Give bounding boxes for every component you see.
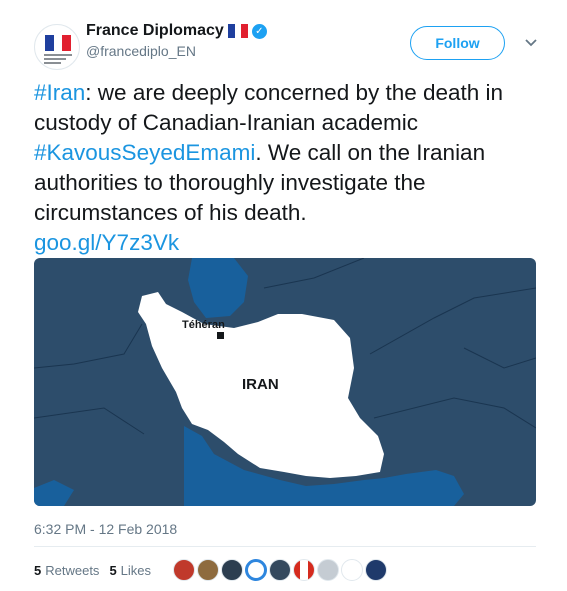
hashtag-kavous-link[interactable]: #KavousSeyedEmami bbox=[34, 140, 255, 165]
red-sea-shape bbox=[34, 480, 74, 506]
likes-label: Likes bbox=[120, 562, 152, 578]
retweets-label: Retweets bbox=[45, 562, 100, 578]
account-avatar[interactable] bbox=[34, 24, 80, 70]
tehran-marker bbox=[217, 332, 224, 339]
tweet-timestamp[interactable]: 6:32 PM - 12 Feb 2018 bbox=[34, 521, 177, 537]
tweet-text-part-1: : we are deeply concerned by the death i… bbox=[34, 80, 504, 135]
liker-avatar[interactable] bbox=[365, 559, 388, 581]
account-names: France Diplomacy ✓ @francediplo_EN bbox=[86, 22, 267, 59]
liker-avatar[interactable] bbox=[317, 559, 340, 581]
caspian-sea-shape bbox=[188, 258, 248, 318]
likes-count: 5 bbox=[109, 562, 117, 578]
liker-avatar[interactable] bbox=[173, 559, 196, 581]
retweets-count: 5 bbox=[34, 562, 42, 578]
city-label-tehran: Téhéran bbox=[182, 319, 225, 331]
tweet-text: #Iran: we are deeply concerned by the de… bbox=[34, 78, 534, 258]
display-name-link[interactable]: France Diplomacy ✓ bbox=[86, 22, 267, 40]
liker-avatar[interactable] bbox=[197, 559, 220, 581]
liker-avatar[interactable] bbox=[341, 559, 364, 581]
engagement-stats: 5 Retweets 5 Likes bbox=[34, 557, 388, 583]
iran-map-graphic: Téhéran IRAN bbox=[34, 258, 536, 506]
ministry-logo-text-lines bbox=[44, 54, 72, 66]
shortened-url-link[interactable]: goo.gl/Y7z3Vk bbox=[34, 230, 179, 255]
liker-avatar[interactable] bbox=[269, 559, 292, 581]
hashtag-iran-link[interactable]: #Iran bbox=[34, 80, 85, 105]
liker-avatar[interactable] bbox=[221, 559, 244, 581]
likes-stat[interactable]: 5 Likes bbox=[109, 563, 151, 578]
account-handle[interactable]: @francediplo_EN bbox=[86, 43, 267, 59]
country-label-iran: IRAN bbox=[242, 376, 279, 393]
retweets-stat[interactable]: 5 Retweets bbox=[34, 563, 99, 578]
follow-button[interactable]: Follow bbox=[410, 26, 505, 60]
flag-emoji-icon bbox=[227, 24, 248, 38]
map-image[interactable]: Téhéran IRAN bbox=[34, 258, 536, 506]
divider bbox=[34, 546, 536, 547]
verified-badge-icon: ✓ bbox=[251, 23, 267, 39]
liker-avatars bbox=[173, 559, 388, 581]
tweet-header: France Diplomacy ✓ @francediplo_EN Follo… bbox=[34, 18, 544, 70]
french-flag-icon bbox=[45, 35, 72, 51]
liker-avatar[interactable] bbox=[245, 559, 268, 581]
liker-avatar[interactable] bbox=[293, 559, 316, 581]
display-name: France Diplomacy bbox=[86, 22, 224, 39]
chevron-down-icon[interactable] bbox=[521, 32, 541, 52]
